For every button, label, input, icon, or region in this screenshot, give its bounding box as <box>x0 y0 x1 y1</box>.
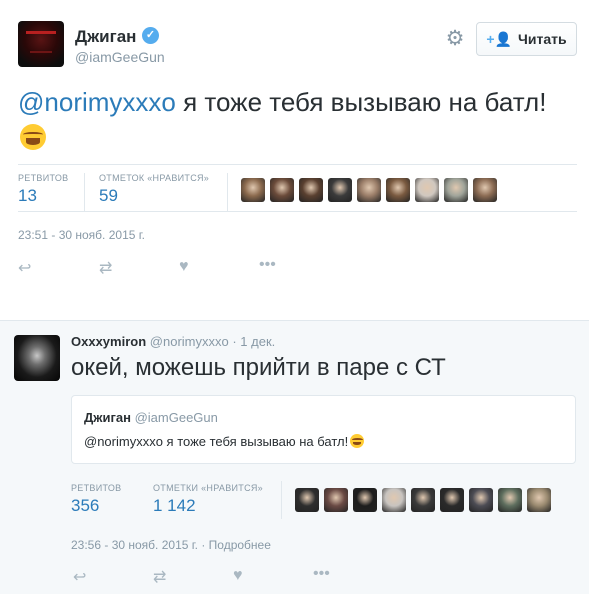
retweets-label: РЕТВИТОВ <box>18 173 69 183</box>
quote-author-name: Джиган <box>84 410 131 425</box>
liker-avatar[interactable] <box>444 178 468 202</box>
more-icon[interactable]: ••• <box>313 565 330 583</box>
liker-avatar[interactable] <box>324 488 348 512</box>
liker-avatar[interactable] <box>498 488 522 512</box>
retweet-icon[interactable]: ⇄ <box>153 567 166 587</box>
tears-of-joy-emoji-icon <box>20 124 46 150</box>
stat-divider <box>227 173 228 211</box>
quoted-tweet[interactable]: Джиган @iamGeeGun @norimyxxxo я тоже теб… <box>71 395 576 464</box>
reply-icon[interactable]: ↩ <box>73 567 86 587</box>
reply-header: Oxxxymiron @norimyxxxo · 1 дек. <box>71 334 275 349</box>
follow-label: Читать <box>518 31 567 47</box>
tweet-timestamp[interactable]: 23:56 - 30 нояб. 2015 г. · Подробнее <box>71 538 271 552</box>
retweets-count[interactable]: 356 <box>71 496 99 516</box>
liker-avatar[interactable] <box>357 178 381 202</box>
liker-avatar[interactable] <box>241 178 265 202</box>
tweet-body: я тоже тебя вызываю на батл! <box>175 87 547 117</box>
reply-icon[interactable]: ↩ <box>18 258 31 278</box>
stat-divider <box>84 173 85 211</box>
quote-header: Джиган @iamGeeGun <box>84 410 218 425</box>
likes-label: ОТМЕТКИ «НРАВИТСЯ» <box>153 483 263 493</box>
liker-avatar[interactable] <box>299 178 323 202</box>
quote-body: @norimyxxxo я тоже тебя вызываю на батл! <box>84 434 349 449</box>
liker-avatar[interactable] <box>440 488 464 512</box>
quote-author-handle: @iamGeeGun <box>134 410 218 425</box>
tears-of-joy-emoji-icon <box>350 434 365 448</box>
liker-avatar[interactable] <box>386 178 410 202</box>
stat-divider <box>281 481 282 519</box>
likes-count[interactable]: 59 <box>99 186 118 206</box>
tweet-stats: РЕТВИТОВ 13 ОТМЕТОК «НРАВИТСЯ» 59 <box>18 164 577 212</box>
likes-count[interactable]: 1 142 <box>153 496 196 516</box>
mention-link[interactable]: @norimyxxxo <box>18 87 176 117</box>
liker-avatar[interactable] <box>382 488 406 512</box>
retweets-count[interactable]: 13 <box>18 186 37 206</box>
main-tweet: Джиган ✓ @iamGeeGun ⚙ +👤 Читать @norimyx… <box>0 0 589 300</box>
add-user-icon: +👤 <box>486 30 513 47</box>
avatar[interactable] <box>14 335 60 381</box>
gear-icon[interactable]: ⚙ <box>444 28 466 50</box>
liker-avatars <box>295 488 551 512</box>
liker-avatar[interactable] <box>527 488 551 512</box>
likes-label: ОТМЕТОК «НРАВИТСЯ» <box>99 173 210 183</box>
heart-icon[interactable]: ♥ <box>179 258 189 276</box>
avatar[interactable] <box>18 21 64 67</box>
tweet-text: @norimyxxxo я тоже тебя вызываю на батл! <box>18 84 573 156</box>
author-name[interactable]: Oxxxymiron <box>71 334 146 349</box>
retweet-icon[interactable]: ⇄ <box>99 258 112 278</box>
liker-avatar[interactable] <box>353 488 377 512</box>
tweet-stats: РЕТВИТОВ 356 ОТМЕТКИ «НРАВИТСЯ» 1 142 <box>71 471 576 525</box>
more-icon[interactable]: ••• <box>259 256 276 274</box>
liker-avatar[interactable] <box>411 488 435 512</box>
liker-avatar[interactable] <box>469 488 493 512</box>
quote-text: @norimyxxxo я тоже тебя вызываю на батл! <box>84 434 365 449</box>
author-handle[interactable]: @iamGeeGun <box>75 49 165 65</box>
author-handle[interactable]: @norimyxxxo <box>150 334 229 349</box>
liker-avatar[interactable] <box>295 488 319 512</box>
follow-button[interactable]: +👤 Читать <box>476 22 577 56</box>
tweet-timestamp[interactable]: 23:51 - 30 нояб. 2015 г. <box>18 228 145 242</box>
liker-avatar[interactable] <box>473 178 497 202</box>
heart-icon[interactable]: ♥ <box>233 567 243 585</box>
liker-avatar[interactable] <box>415 178 439 202</box>
liker-avatar[interactable] <box>270 178 294 202</box>
liker-avatar[interactable] <box>328 178 352 202</box>
author-name[interactable]: Джиган <box>75 27 136 47</box>
retweets-label: РЕТВИТОВ <box>71 483 122 493</box>
reply-tweet: Oxxxymiron @norimyxxxo · 1 дек. окей, мо… <box>0 320 589 594</box>
tweet-date[interactable]: · 1 дек. <box>232 334 275 349</box>
verified-badge-icon: ✓ <box>142 27 159 44</box>
liker-avatars <box>241 178 497 202</box>
tweet-text: окей, можешь прийти в паре с СТ <box>71 354 446 381</box>
